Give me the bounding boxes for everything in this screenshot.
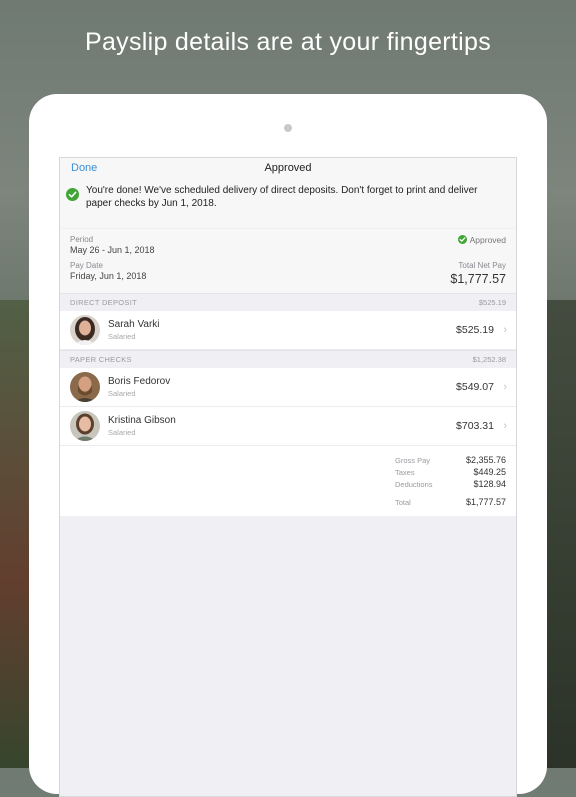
chevron-right-icon: ›	[503, 381, 507, 393]
pay-date-value: Friday, Jun 1, 2018	[70, 271, 147, 281]
employee-name: Sarah Varki	[108, 319, 160, 330]
total-label: Total	[395, 498, 411, 507]
status-text: Approved	[469, 235, 506, 245]
camera-icon	[284, 124, 292, 132]
period-value: May 26 - Jun 1, 2018	[70, 245, 155, 255]
pay-date-label: Pay Date	[70, 261, 103, 270]
page-title: Approved	[264, 162, 312, 174]
check-circle-icon	[457, 235, 467, 244]
check-circle-icon	[66, 188, 79, 201]
net-pay-value: $1,777.57	[450, 272, 506, 286]
confirmation-message: You're done! We've scheduled delivery of…	[86, 185, 478, 209]
direct-deposit-header: DIRECT DEPOSIT $525.19	[60, 293, 516, 311]
employee-type: Salaried	[108, 389, 136, 398]
employee-amount: $525.19	[456, 324, 494, 336]
employee-type: Salaried	[108, 332, 136, 341]
employee-row-boris-fedorov[interactable]: Boris Fedorov Salaried $549.07 ›	[60, 368, 516, 407]
section-total: $525.19	[478, 298, 506, 307]
period-label: Period	[70, 235, 94, 244]
employee-amount: $549.07	[456, 381, 494, 393]
employee-row-sarah-varki[interactable]: Sarah Varki Salaried $525.19 ›	[60, 311, 516, 350]
tablet-frame: Done Approved You're done! We've schedul…	[29, 94, 547, 797]
paper-checks-header: PAPER CHECKS $1,252.38	[60, 350, 516, 368]
avatar	[70, 411, 100, 441]
section-total: $1,252.38	[472, 355, 506, 364]
taxes-label: Taxes	[395, 468, 415, 477]
navigation-bar: Done Approved	[60, 158, 516, 180]
confirmation-banner: You're done! We've scheduled delivery of…	[60, 180, 516, 228]
employee-type: Salaried	[108, 428, 136, 437]
section-title: PAPER CHECKS	[70, 355, 132, 364]
chevron-right-icon: ›	[503, 324, 507, 336]
pay-totals: Gross Pay $2,355.76 Taxes $449.25 Deduct…	[60, 446, 516, 516]
payroll-summary: Period May 26 - Jun 1, 2018 Approved Pay…	[60, 228, 516, 293]
empty-area	[60, 516, 516, 776]
employee-name: Boris Fedorov	[108, 376, 171, 387]
net-pay-label: Total Net Pay	[458, 261, 506, 270]
employee-row-kristina-gibson[interactable]: Kristina Gibson Salaried $703.31 ›	[60, 407, 516, 446]
avatar	[70, 372, 100, 402]
gross-pay-label: Gross Pay	[395, 456, 431, 465]
marketing-headline: Payslip details are at your fingertips	[84, 28, 492, 56]
chevron-right-icon: ›	[503, 420, 507, 432]
employee-name: Kristina Gibson	[108, 415, 176, 426]
employee-amount: $703.31	[456, 420, 494, 432]
status-badge: Approved	[457, 235, 506, 245]
deductions-value: $128.94	[473, 479, 506, 489]
total-value: $1,777.57	[465, 497, 506, 507]
deductions-label: Deductions	[395, 480, 433, 489]
gross-pay-value: $2,355.76	[465, 455, 506, 465]
background-blur-right	[544, 300, 576, 768]
avatar	[70, 315, 100, 345]
app-screen: Done Approved You're done! We've schedul…	[59, 157, 517, 797]
section-title: DIRECT DEPOSIT	[70, 298, 137, 307]
taxes-value: $449.25	[473, 467, 506, 477]
